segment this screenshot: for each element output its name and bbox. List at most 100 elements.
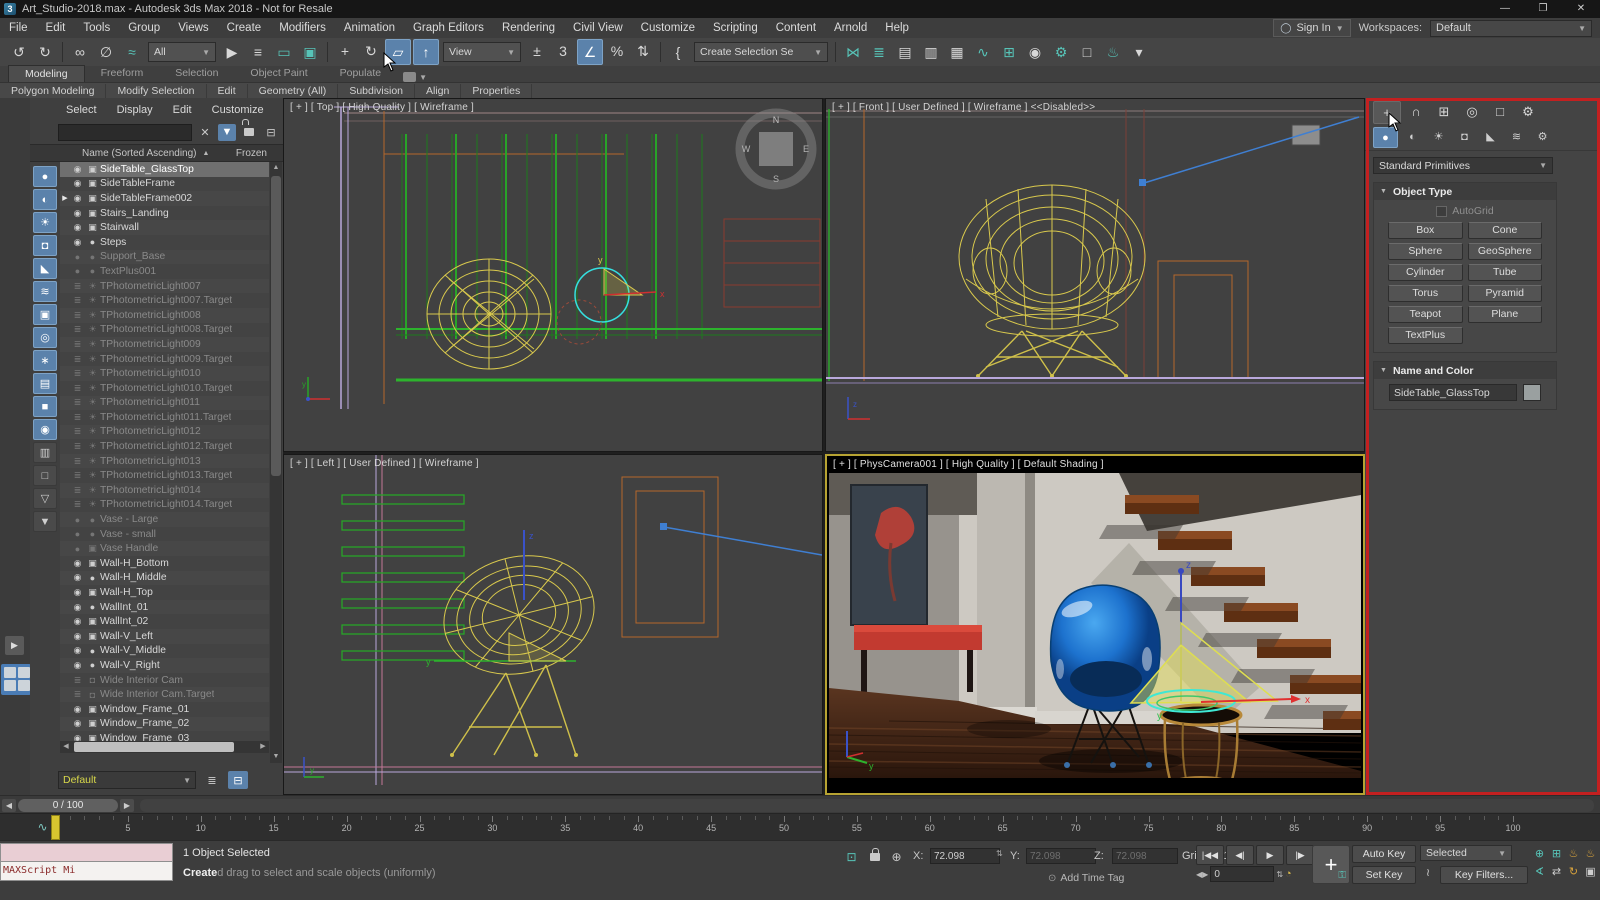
zoom-extents-all-icon[interactable]: ♨ (1583, 845, 1598, 861)
expand-arrow-icon[interactable]: ▶ (60, 194, 70, 202)
field-of-view-icon[interactable]: ∢ (1532, 863, 1547, 879)
filter-groups-icon[interactable]: ▣ (33, 304, 57, 325)
percent-snap-icon[interactable]: % (605, 39, 629, 63)
display-hidden-icon[interactable]: ◉ (33, 419, 57, 440)
select-and-move-icon[interactable]: + (333, 39, 357, 63)
menu-group[interactable]: Group (119, 18, 169, 38)
visibility-icon[interactable]: ◉ (70, 237, 85, 248)
auto-key-button[interactable]: Auto Key (1352, 845, 1416, 863)
scene-explorer-row[interactable]: ● ▣ Vase Handle (60, 541, 269, 557)
create-textplus-button[interactable]: TextPlus (1388, 327, 1463, 344)
visibility-icon[interactable]: ◉ (70, 718, 85, 729)
scrollbar-thumb[interactable] (271, 176, 281, 476)
time-slider-handle[interactable]: 0 / 100 (18, 798, 118, 812)
frame-spinner[interactable]: ⇅ (1276, 870, 1283, 879)
create-cat-spacewarps-icon[interactable]: ≋ (1505, 127, 1528, 146)
viewport-left[interactable]: [ + ] [ Left ] [ User Defined ] [ Wirefr… (283, 454, 823, 795)
filter-bones-icon[interactable]: ∗ (33, 350, 57, 371)
viewport-camera[interactable]: [ + ] [ PhysCamera001 ] [ High Quality ]… (825, 454, 1365, 795)
visibility-icon[interactable]: ≣ (70, 485, 85, 496)
filter-spacewarps-icon[interactable]: ≋ (33, 281, 57, 302)
scene-explorer-toggle-icon[interactable]: ▥ (919, 40, 943, 64)
scene-explorer-row[interactable]: ◉ ▣ Window_Frame_01 (60, 701, 269, 717)
pan-icon[interactable]: ⇄ (1549, 863, 1564, 879)
scene-explorer-row[interactable]: ≣ ☀ TPhotometricLight011.Target (60, 410, 269, 425)
explorer-menu-customize[interactable]: Customize (204, 104, 272, 116)
select-and-scale-icon[interactable]: ▱ (385, 39, 411, 65)
selection-filter-dropdown[interactable]: All ▼ (148, 42, 216, 62)
create-pyramid-button[interactable]: Pyramid (1467, 285, 1542, 302)
filter-cameras-icon[interactable]: ◘ (33, 235, 57, 256)
menu-arnold[interactable]: Arnold (825, 18, 876, 38)
visibility-icon[interactable]: ≣ (70, 324, 85, 335)
lock-explorer-icon[interactable] (240, 124, 258, 141)
create-cone-button[interactable]: Cone (1467, 222, 1542, 239)
frame-spinner-arrows[interactable]: ◀▶ (1196, 870, 1208, 879)
visibility-icon[interactable]: ◉ (70, 660, 85, 671)
key-mode-dropdown[interactable]: Selected ▼ (1420, 845, 1512, 861)
scene-explorer-row[interactable]: ◉ ▣ Stairs_Landing (60, 205, 269, 221)
time-slider-track[interactable] (140, 798, 1594, 812)
time-configuration-icon[interactable]: ◔ (1285, 868, 1292, 880)
next-frame-button[interactable]: |▶ (1286, 845, 1314, 865)
display-frozen-icon[interactable]: □ (33, 465, 57, 486)
scene-explorer-row[interactable]: ≣ ☀ TPhotometricLight012.Target (60, 439, 269, 454)
scene-explorer-row[interactable]: ≣ ☀ TPhotometricLight013.Target (60, 468, 269, 484)
ribbon-tab-object-paint[interactable]: Object Paint (234, 65, 323, 81)
selection-lock-icon[interactable] (870, 848, 880, 861)
scene-explorer-row[interactable]: ◉ ▣ Stairwall (60, 220, 269, 235)
object-type-rollout-header[interactable]: ▼ Object Type (1374, 183, 1556, 200)
filter-objects-icon[interactable]: ● (33, 166, 57, 187)
maxscript-mini-listener[interactable]: MAXScript Mi (0, 843, 173, 881)
zoom-extents-icon[interactable]: ♨ (1566, 845, 1581, 861)
x-coordinate-field[interactable] (930, 848, 1000, 864)
scene-explorer-row[interactable]: ▶ ◉ ▣ SideTableFrame002 (60, 191, 269, 206)
align-icon[interactable]: ≣ (867, 40, 891, 64)
name-color-rollout-header[interactable]: ▼ Name and Color (1374, 362, 1556, 379)
z-coordinate-field[interactable] (1112, 848, 1178, 864)
go-to-start-button[interactable]: |◀◀ (1196, 845, 1224, 865)
visibility-icon[interactable]: ● (70, 266, 85, 276)
zoom-icon[interactable]: ⊕ (1532, 845, 1547, 861)
viewport-front-label[interactable]: [ + ] [ Front ] [ User Defined ] [ Wiref… (832, 102, 1095, 113)
visibility-icon[interactable]: ◉ (70, 178, 85, 189)
reference-coordinate-dropdown[interactable]: View ▼ (443, 42, 521, 62)
create-box-button[interactable]: Box (1388, 222, 1463, 239)
named-selection-sets-icon[interactable]: { (666, 40, 690, 64)
ribbon-sec-subdivision[interactable]: Subdivision (338, 83, 416, 99)
display-list-view-icon[interactable]: ▥ (33, 442, 57, 463)
scene-explorer-row[interactable]: ◉ ▣ Wall-H_Top (60, 585, 269, 600)
visibility-icon[interactable]: ◉ (70, 222, 85, 233)
snaps-toggle-icon[interactable]: 3 (551, 39, 575, 63)
ribbon-flyout-button[interactable]: ▼ (403, 72, 427, 82)
filter-helpers-icon[interactable]: ◣ (33, 258, 57, 279)
object-color-swatch[interactable] (1523, 384, 1541, 401)
visibility-icon[interactable]: ≣ (70, 397, 85, 408)
layer-manager-icon[interactable]: ▤ (893, 40, 917, 64)
key-mode-icon[interactable]: ≀ (1420, 866, 1436, 879)
visibility-icon[interactable]: ≣ (70, 470, 85, 481)
set-key-button[interactable]: Set Key (1352, 866, 1416, 884)
visibility-icon[interactable]: ≣ (70, 456, 85, 467)
close-button[interactable]: ✕ (1562, 0, 1600, 18)
menu-file[interactable]: File (0, 18, 37, 38)
visibility-icon[interactable]: ≣ (70, 675, 85, 686)
filter-containers-icon[interactable]: ▤ (33, 373, 57, 394)
visibility-icon[interactable]: ≣ (70, 354, 85, 365)
explorer-menu-edit[interactable]: Edit (165, 104, 200, 116)
rectangular-selection-icon[interactable]: ▭ (272, 40, 296, 64)
select-object-icon[interactable]: ▶ (220, 40, 244, 64)
menu-civil-view[interactable]: Civil View (564, 18, 632, 38)
scene-explorer-row[interactable]: ◉ ● Wall-V_Right (60, 658, 269, 673)
render-flyout-icon[interactable]: ▾ (1127, 40, 1151, 64)
visibility-icon[interactable]: ≣ (70, 310, 85, 321)
select-and-manipulate-icon[interactable]: ± (525, 39, 549, 63)
rendered-frame-icon[interactable]: □ (1075, 40, 1099, 64)
filter-xrefs-icon[interactable]: ◎ (33, 327, 57, 348)
filter-materials-icon[interactable]: ■ (33, 396, 57, 417)
visibility-icon[interactable]: ◉ (70, 631, 85, 642)
ribbon-sec-properties[interactable]: Properties (461, 83, 533, 99)
visibility-icon[interactable]: ◉ (70, 193, 85, 204)
orbit-icon[interactable]: ↻ (1566, 863, 1581, 879)
scroll-down-icon[interactable]: ▼ (270, 751, 282, 763)
